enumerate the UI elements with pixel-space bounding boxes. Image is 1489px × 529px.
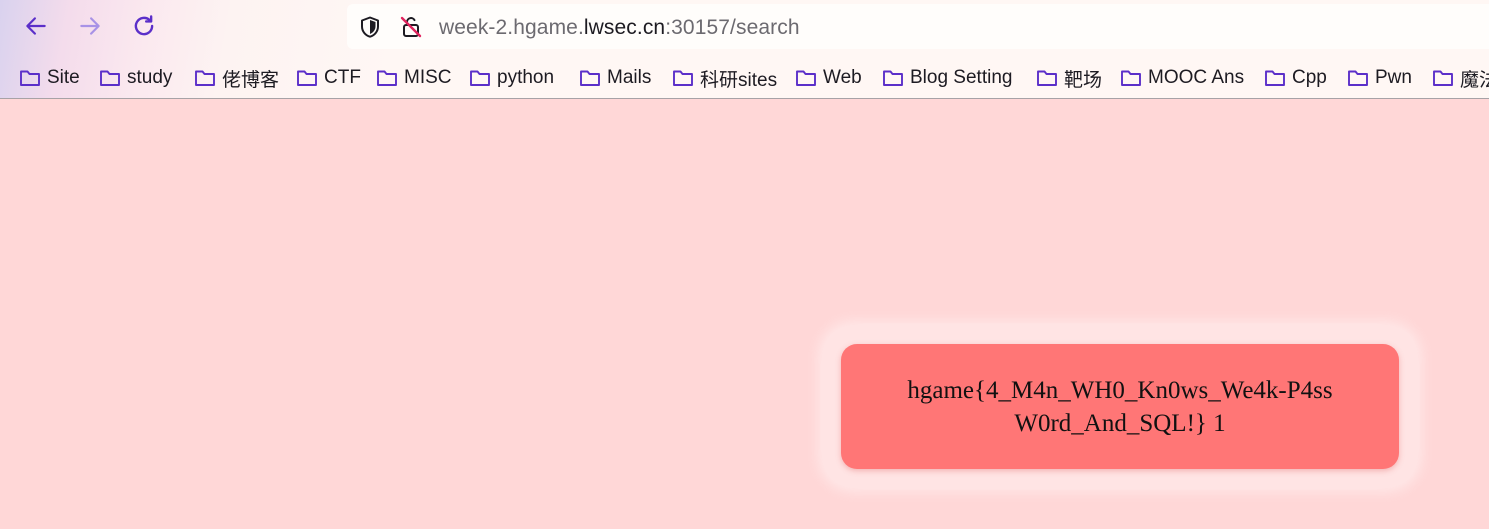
folder-icon [1037, 70, 1057, 86]
bookmark-label: 佬博客 [222, 69, 280, 91]
folder-icon [1348, 70, 1368, 86]
folder-icon [377, 70, 397, 86]
shield-icon[interactable] [358, 15, 382, 39]
bookmark-label: Site [47, 67, 80, 88]
arrow-right-icon [77, 13, 103, 44]
bookmark-folder-blog-setting[interactable]: Blog Setting [882, 64, 1012, 92]
insecure-lock-icon[interactable] [399, 15, 423, 39]
bookmark-folder-mooc-ans[interactable]: MOOC Ans [1120, 64, 1244, 92]
reload-icon [131, 13, 157, 44]
bookmark-folder-python[interactable]: python [469, 64, 554, 92]
bookmark-label: Web [823, 67, 862, 88]
bookmark-folder-research-sites[interactable]: 科研sites [672, 64, 777, 92]
url-domain: lwsec.cn [583, 16, 666, 39]
folder-icon [580, 70, 600, 86]
bookmark-label: Blog Setting [910, 67, 1013, 88]
bookmark-label: 科研sites [700, 69, 778, 91]
arrow-left-icon [23, 13, 49, 44]
folder-icon [883, 70, 903, 86]
result-text: hgame{4_M4n_WH0_Kn0ws_We4k-P4ssW0rd_And_… [907, 376, 1333, 437]
folder-icon [1433, 70, 1453, 86]
bookmark-label: python [497, 67, 555, 88]
bookmark-folder-study[interactable]: study [99, 64, 172, 92]
bookmark-folder-cpp[interactable]: Cpp [1264, 64, 1327, 92]
folder-icon [470, 70, 490, 86]
folder-icon [195, 70, 215, 86]
result-card: hgame{4_M4n_WH0_Kn0ws_We4k-P4ssW0rd_And_… [841, 344, 1399, 469]
bookmark-label: Pwn [1375, 67, 1412, 88]
bookmark-label: study [127, 67, 173, 88]
bookmark-label: MOOC Ans [1148, 67, 1245, 88]
bookmark-folder-pwn[interactable]: Pwn [1347, 64, 1412, 92]
bookmark-folder-misc[interactable]: MISC [376, 64, 452, 92]
address-bar[interactable]: week-2.hgame.lwsec.cn:30157/search [347, 4, 1489, 49]
bookmark-folder-mails[interactable]: Mails [579, 64, 651, 92]
bookmarks-bar: Site study 佬博客 CTF MISC python Mails 科研s… [0, 61, 1489, 95]
url-prefix: week-2.hgame. [439, 16, 584, 39]
back-button[interactable] [19, 11, 53, 45]
folder-icon [1265, 70, 1285, 86]
folder-icon [673, 70, 693, 86]
bookmark-folder-web[interactable]: Web [795, 64, 862, 92]
bookmark-label: CTF [324, 67, 361, 88]
browser-toolbar: week-2.hgame.lwsec.cn:30157/search Site … [0, 0, 1489, 99]
bookmark-label: 魔法 [1460, 69, 1489, 91]
url-text[interactable]: week-2.hgame.lwsec.cn:30157/search [439, 16, 800, 40]
reload-button[interactable] [127, 11, 161, 45]
bookmark-folder-site[interactable]: Site [19, 64, 80, 92]
bookmark-label: Mails [607, 67, 652, 88]
bookmark-label: Cpp [1292, 67, 1327, 88]
bookmark-label: MISC [404, 67, 452, 88]
bookmark-folder-blogs[interactable]: 佬博客 [194, 64, 279, 92]
bookmark-folder-range[interactable]: 靶场 [1036, 64, 1102, 92]
folder-icon [796, 70, 816, 86]
folder-icon [297, 70, 317, 86]
folder-icon [20, 70, 40, 86]
folder-icon [1121, 70, 1141, 86]
url-path: :30157/search [665, 16, 800, 39]
forward-button[interactable] [73, 11, 107, 45]
folder-icon [100, 70, 120, 86]
bookmark-folder-ctf[interactable]: CTF [296, 64, 361, 92]
bookmark-label: 靶场 [1064, 69, 1103, 91]
bookmark-folder-magic[interactable]: 魔法 [1432, 64, 1489, 92]
